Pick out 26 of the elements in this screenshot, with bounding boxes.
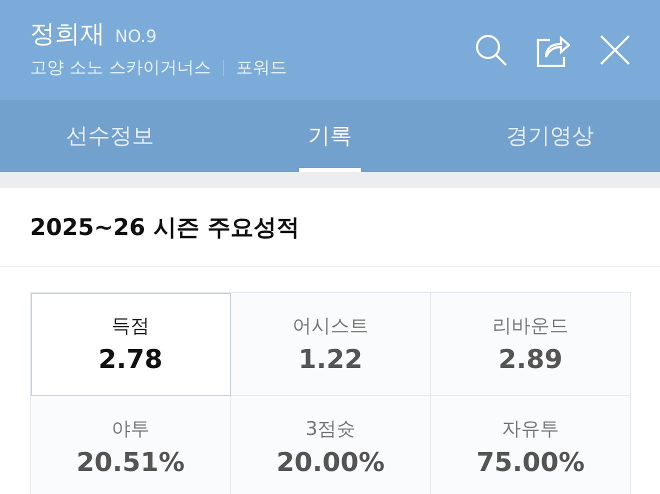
stat-label: 자유투	[502, 417, 559, 442]
stat-card[interactable]: 득점 2.78	[31, 293, 231, 396]
stat-value: 75.00%	[476, 448, 585, 478]
stat-label: 리바운드	[492, 314, 568, 339]
stat-value: 2.78	[98, 345, 163, 375]
stat-label: 어시스트	[292, 314, 368, 339]
stat-card[interactable]: 야투 20.51%	[31, 396, 231, 494]
player-number: NO.9	[115, 27, 157, 47]
section-title: 2025~26 시즌 주요성적	[0, 188, 660, 267]
stat-card[interactable]: 3점슛 20.00%	[231, 396, 431, 494]
stat-card[interactable]: 어시스트 1.22	[231, 293, 431, 396]
search-icon[interactable]	[474, 33, 508, 67]
stat-card[interactable]: 자유투 75.00%	[431, 396, 631, 494]
stat-label: 야투	[112, 417, 150, 442]
stat-value: 2.89	[498, 345, 563, 375]
stat-value: 20.51%	[76, 448, 185, 478]
player-position: 포워드	[236, 57, 287, 79]
share-icon[interactable]	[536, 33, 570, 67]
stat-label: 득점	[112, 314, 150, 339]
stat-card[interactable]: 리바운드 2.89	[431, 293, 631, 396]
close-icon[interactable]	[598, 33, 632, 67]
stat-value: 20.00%	[276, 448, 385, 478]
stat-value: 1.22	[298, 345, 363, 375]
team-name: 고양 소노 스카이거너스	[30, 57, 211, 79]
player-name: 정희재	[30, 18, 105, 50]
stat-label: 3점슛	[305, 417, 356, 442]
